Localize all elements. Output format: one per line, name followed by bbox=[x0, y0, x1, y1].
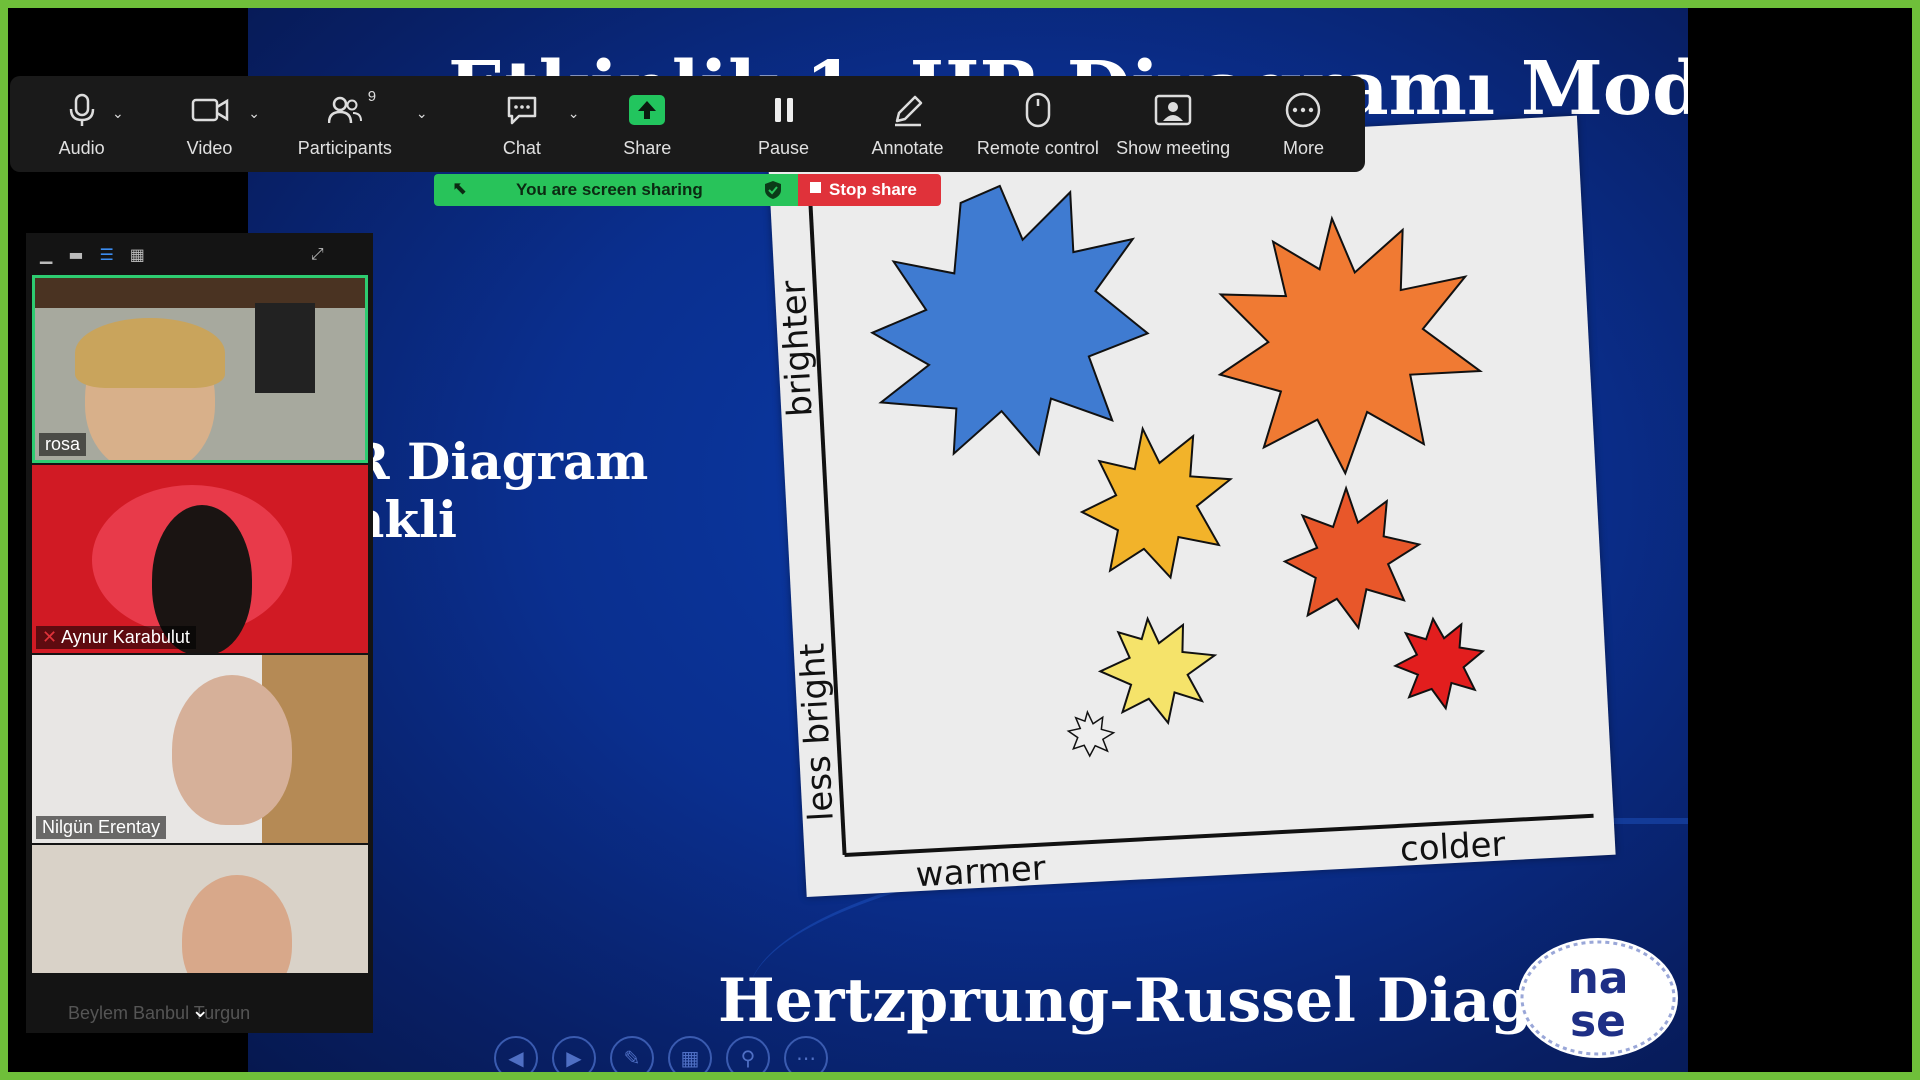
star-red bbox=[1393, 616, 1486, 711]
pause-label: Pause bbox=[758, 137, 810, 158]
show-meeting-label: Show meeting bbox=[1116, 137, 1231, 158]
pause-share-button[interactable]: Pause bbox=[724, 76, 844, 172]
participants-label: Participants bbox=[297, 137, 392, 158]
stop-share-label: Stop share bbox=[829, 180, 917, 199]
star-orange-large bbox=[1217, 215, 1483, 476]
stop-square-icon bbox=[810, 181, 821, 193]
scroll-down-chevron-icon[interactable]: ⌄ bbox=[191, 998, 209, 1023]
participant-tile[interactable] bbox=[32, 845, 368, 995]
remote-control-button[interactable]: Remote control bbox=[971, 76, 1104, 172]
y-axis-top-label: brighter bbox=[773, 279, 820, 417]
expand-icon[interactable]: ⤢ bbox=[311, 244, 324, 264]
star-yellow bbox=[1079, 425, 1234, 580]
chat-button[interactable]: Chat ⌄ bbox=[473, 76, 579, 172]
participants-count: 9 bbox=[367, 88, 377, 105]
slides-grid-icon[interactable]: ▦ bbox=[668, 1036, 712, 1072]
hr-diagram: brighter less bright warmer colder bbox=[773, 184, 1594, 895]
more-button[interactable]: More bbox=[1242, 76, 1365, 172]
hr-diagram-card: brighter less bright warmer colder bbox=[768, 115, 1616, 897]
screen-sharing-banner[interactable]: ⬉ You are screen sharing bbox=[434, 174, 798, 206]
participants-icon bbox=[325, 90, 365, 130]
previous-slide-icon[interactable]: ◀ bbox=[494, 1036, 538, 1072]
slide-side-text: R Diagram nkli bbox=[348, 433, 648, 549]
active-speaker-view-icon[interactable]: ▬ bbox=[68, 245, 83, 264]
share-button[interactable]: Share bbox=[571, 76, 723, 172]
microphone-icon bbox=[62, 90, 102, 130]
share-screen-icon bbox=[627, 90, 667, 130]
next-slide-icon[interactable]: ▶ bbox=[552, 1036, 596, 1072]
annotate-button[interactable]: Annotate bbox=[844, 76, 972, 172]
audio-button[interactable]: Audio ⌄ bbox=[30, 76, 133, 172]
video-camera-icon bbox=[190, 90, 230, 130]
pen-icon[interactable]: ✎ bbox=[610, 1036, 654, 1072]
chat-icon bbox=[502, 90, 542, 130]
participants-button[interactable]: Participants 9 bbox=[286, 76, 404, 172]
show-meeting-button[interactable]: Show meeting bbox=[1104, 76, 1242, 172]
chat-label: Chat bbox=[502, 137, 541, 158]
muted-mic-icon: ✕ bbox=[42, 627, 62, 647]
remote-control-label: Remote control bbox=[976, 137, 1099, 158]
meeting-toolbar: Audio ⌄ Video ⌄ Participants 9 ⌄ Chat ⌄ bbox=[10, 76, 1365, 172]
more-icon bbox=[1283, 90, 1323, 130]
participant-name: ✕ Aynur Karabulut bbox=[36, 626, 196, 649]
star-tiny bbox=[1066, 709, 1116, 758]
slide-side-line-1: R Diagram bbox=[348, 432, 649, 491]
stop-share-button[interactable]: Stop share bbox=[798, 174, 941, 206]
security-shield-icon[interactable] bbox=[764, 180, 782, 204]
participant-name: Nilgün Erentay bbox=[36, 816, 167, 839]
participant-tile[interactable]: rosa bbox=[32, 275, 368, 463]
participant-name: rosa bbox=[39, 433, 87, 456]
star-light-yellow bbox=[1097, 615, 1218, 726]
screen-sharing-status: You are screen sharing bbox=[516, 180, 703, 199]
video-panel: ▁ ▬ ☰ ▦ ⤢ rosa ✕ Aynur Karabulut Nilgün … bbox=[26, 233, 373, 1033]
video-options-chevron-icon[interactable]: ⌄ bbox=[248, 106, 260, 122]
drag-handle-icon[interactable]: ⬉ bbox=[452, 178, 467, 199]
audio-label: Audio bbox=[58, 137, 105, 158]
minimize-icon[interactable]: ▁ bbox=[40, 245, 52, 264]
zoom-icon[interactable]: ⚲ bbox=[726, 1036, 770, 1072]
more-label: More bbox=[1282, 137, 1324, 158]
slide-nav-controls: ◀ ▶ ✎ ▦ ⚲ ⋯ bbox=[494, 1036, 828, 1072]
annotate-label: Annotate bbox=[871, 137, 944, 158]
svg-text:se: se bbox=[1570, 996, 1626, 1047]
star-blue bbox=[870, 184, 1150, 457]
audio-options-chevron-icon[interactable]: ⌄ bbox=[112, 106, 124, 122]
participants-options-chevron-icon[interactable]: ⌄ bbox=[416, 106, 428, 122]
star-orange-small bbox=[1282, 485, 1422, 631]
more-options-icon[interactable]: ⋯ bbox=[784, 1036, 828, 1072]
share-label: Share bbox=[623, 137, 672, 158]
nase-logo: na se bbox=[1518, 938, 1678, 1058]
gallery-view-icon[interactable]: ▦ bbox=[130, 245, 145, 264]
slide-side-line-2: nkli bbox=[348, 490, 457, 549]
video-label: Video bbox=[186, 137, 233, 158]
participants-options-button[interactable]: ⌄ bbox=[404, 76, 473, 172]
strip-view-icon[interactable]: ☰ bbox=[99, 245, 113, 264]
show-meeting-icon bbox=[1153, 90, 1193, 130]
mouse-icon bbox=[1018, 90, 1058, 130]
pause-icon bbox=[764, 90, 804, 130]
video-button[interactable]: Video ⌄ bbox=[133, 76, 285, 172]
participant-tile[interactable]: ✕ Aynur Karabulut bbox=[32, 465, 368, 653]
video-panel-header: ▁ ▬ ☰ ▦ ⤢ bbox=[26, 233, 373, 275]
pencil-icon bbox=[888, 90, 928, 130]
shared-screen: Etkinlik 1: HR Diyagramı Modeli R Diagra… bbox=[0, 0, 1920, 1080]
participant-tile[interactable]: Nilgün Erentay bbox=[32, 655, 368, 843]
